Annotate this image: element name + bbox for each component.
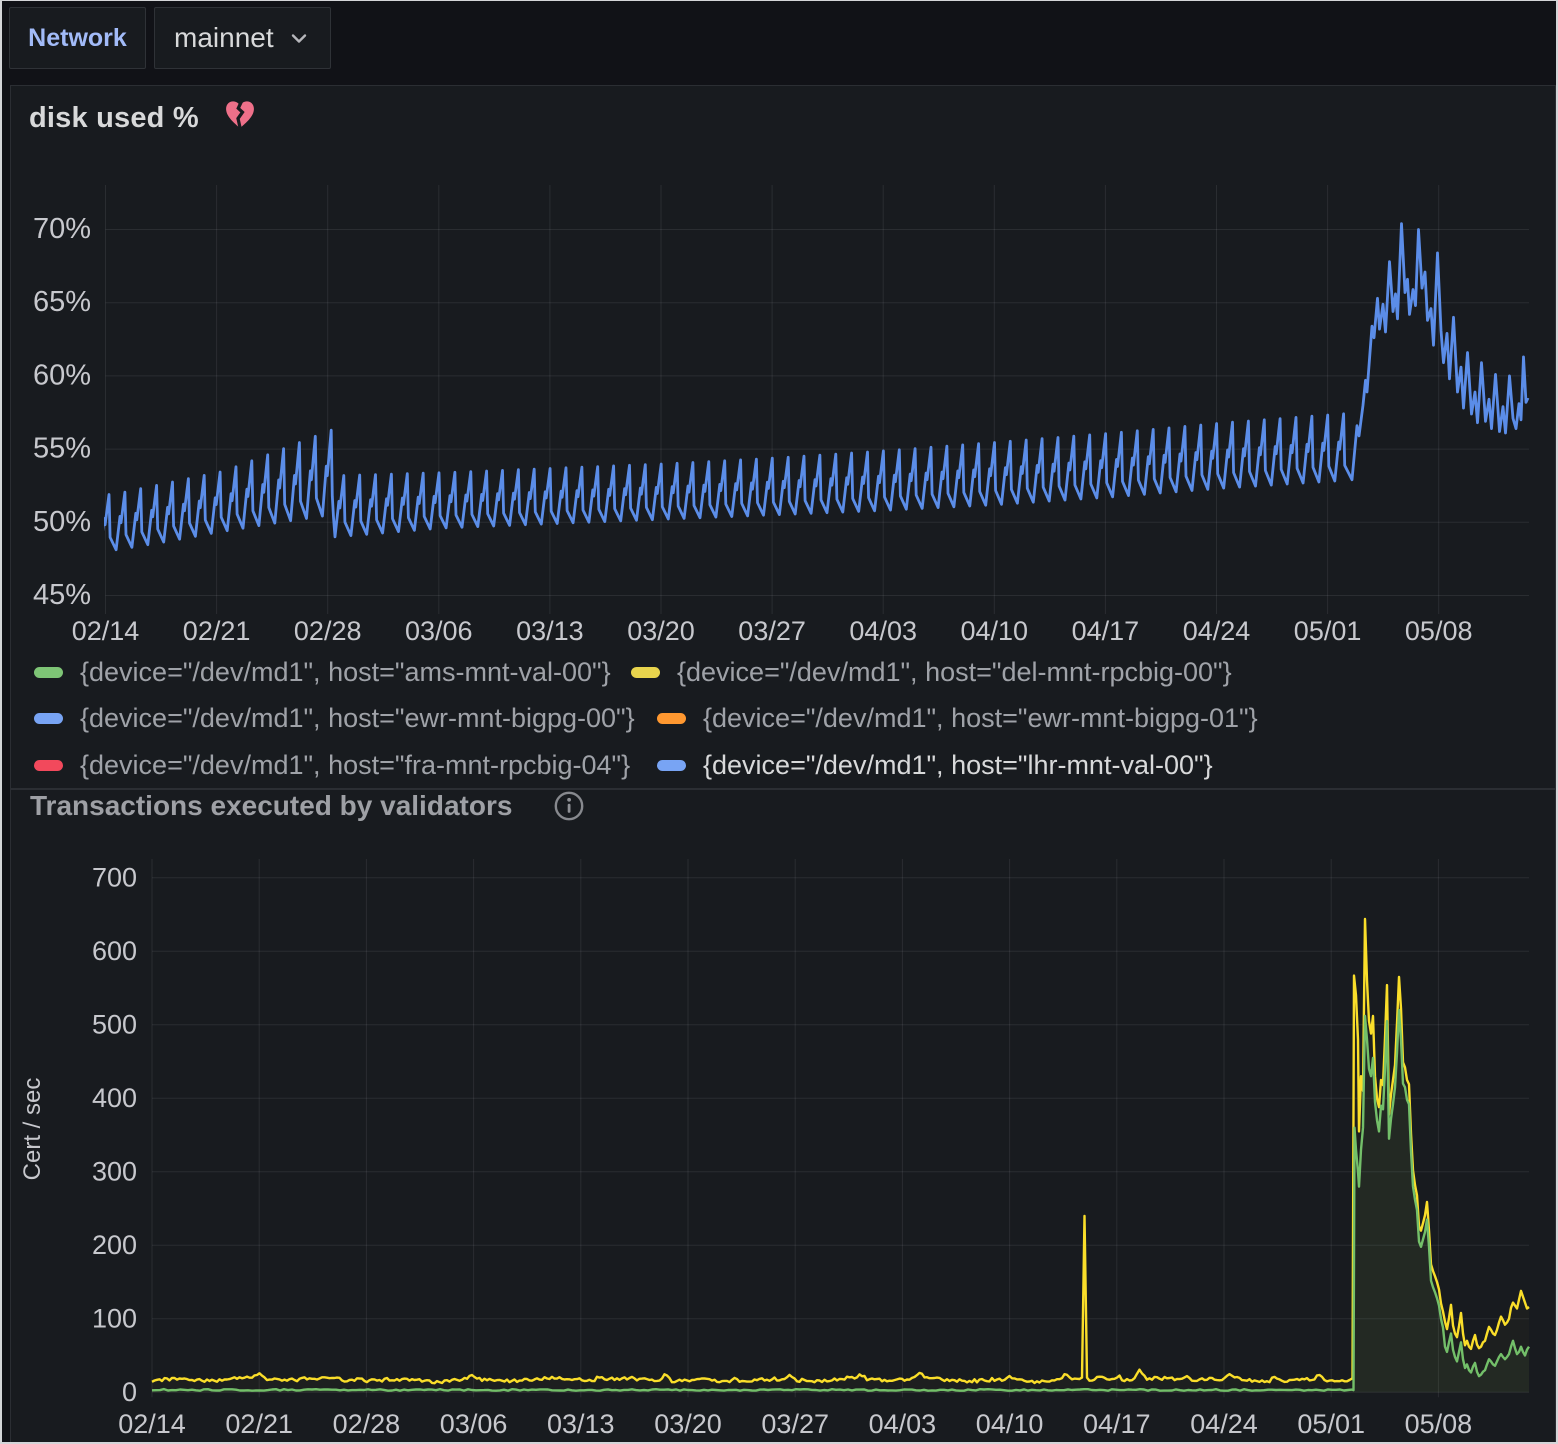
svg-text:03/13: 03/13 (516, 616, 584, 646)
svg-text:05/01: 05/01 (1294, 616, 1362, 646)
svg-text:50%: 50% (33, 506, 91, 538)
svg-text:02/21: 02/21 (183, 616, 251, 646)
svg-text:400: 400 (92, 1083, 137, 1113)
svg-text:500: 500 (92, 1009, 137, 1039)
svg-text:04/24: 04/24 (1190, 1409, 1258, 1439)
svg-text:0: 0 (122, 1377, 137, 1407)
svg-text:70%: 70% (33, 213, 91, 245)
svg-text:02/28: 02/28 (333, 1409, 401, 1439)
svg-text:45%: 45% (33, 579, 91, 611)
svg-text:03/20: 03/20 (654, 1409, 722, 1439)
svg-text:55%: 55% (33, 433, 91, 465)
svg-text:02/14: 02/14 (72, 616, 140, 646)
svg-text:04/10: 04/10 (961, 616, 1029, 646)
svg-text:03/13: 03/13 (547, 1409, 615, 1439)
svg-text:100: 100 (92, 1303, 137, 1333)
svg-text:04/03: 04/03 (869, 1409, 937, 1439)
svg-text:200: 200 (92, 1230, 137, 1260)
svg-text:Cert / sec: Cert / sec (19, 1078, 46, 1181)
svg-text:03/06: 03/06 (405, 616, 473, 646)
svg-text:05/08: 05/08 (1405, 1409, 1473, 1439)
svg-text:02/21: 02/21 (225, 1409, 293, 1439)
svg-text:60%: 60% (33, 359, 91, 391)
svg-text:04/10: 04/10 (976, 1409, 1044, 1439)
svg-text:02/14: 02/14 (118, 1409, 186, 1439)
svg-text:05/08: 05/08 (1405, 616, 1473, 646)
svg-text:04/03: 04/03 (849, 616, 917, 646)
svg-text:65%: 65% (33, 286, 91, 318)
svg-text:03/27: 03/27 (738, 616, 806, 646)
svg-text:300: 300 (92, 1156, 137, 1186)
svg-text:02/28: 02/28 (294, 616, 362, 646)
svg-text:700: 700 (92, 862, 137, 892)
svg-text:04/17: 04/17 (1083, 1409, 1151, 1439)
svg-text:03/27: 03/27 (761, 1409, 829, 1439)
svg-text:04/24: 04/24 (1183, 616, 1251, 646)
svg-text:04/17: 04/17 (1072, 616, 1140, 646)
svg-text:05/01: 05/01 (1297, 1409, 1365, 1439)
svg-text:600: 600 (92, 936, 137, 966)
svg-text:03/06: 03/06 (440, 1409, 508, 1439)
svg-text:03/20: 03/20 (627, 616, 695, 646)
